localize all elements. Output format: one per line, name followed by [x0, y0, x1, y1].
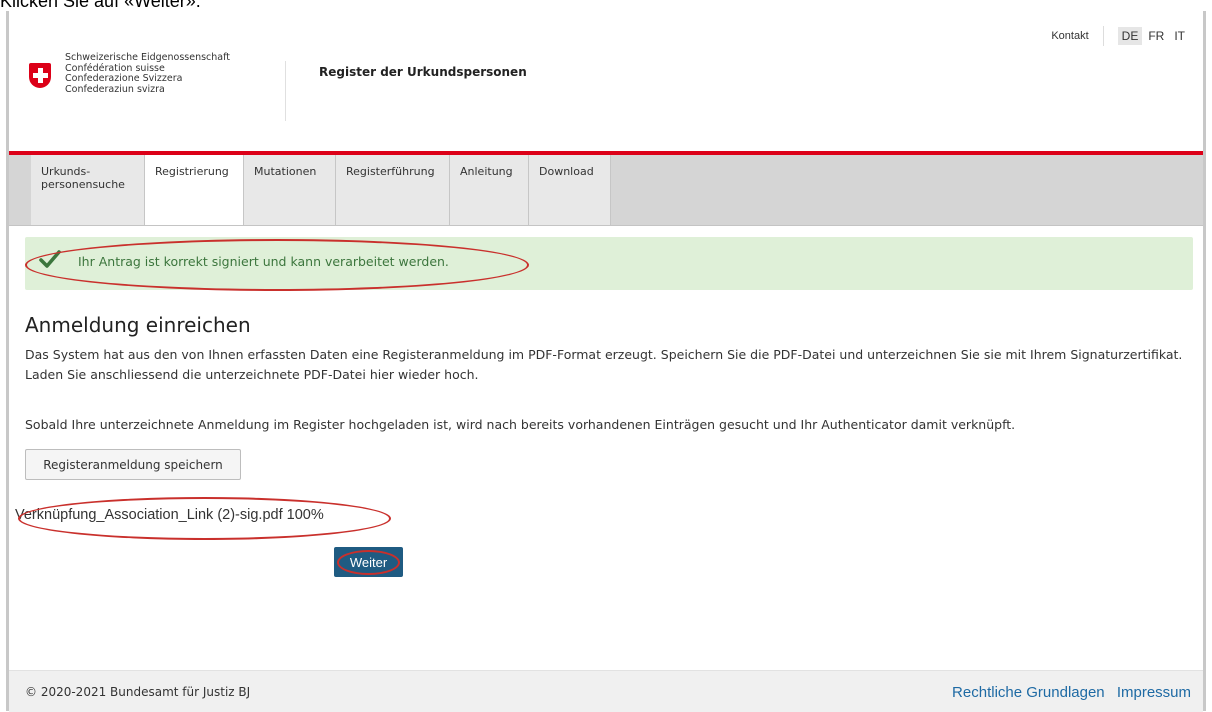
confederation-name-de: Schweizerische Eidgenossenschaft	[65, 52, 231, 63]
lang-fr[interactable]: FR	[1144, 27, 1168, 45]
nav-item-mutationen[interactable]: Mutationen	[244, 155, 336, 225]
confederation-name-rm: Confederaziun svizra	[65, 83, 165, 95]
site-title[interactable]: Register der Urkundspersonen	[319, 65, 527, 79]
confederation-name-it: Confederazione Svizzera	[65, 73, 183, 84]
page-title: Anmeldung einreichen	[25, 313, 251, 337]
uploaded-file-status: Verknüpfung_Association_Link (2)-sig.pdf…	[15, 507, 324, 523]
language-bar: Kontakt DE FR IT	[1037, 26, 1189, 46]
nav-item-urkundspersonensuche[interactable]: Urkunds- personensuche	[31, 155, 145, 225]
swiss-flag-icon	[29, 63, 51, 88]
instruction-text: Klicken Sie auf «Weiter».	[0, 0, 201, 11]
divider	[1102, 26, 1104, 46]
save-registration-button[interactable]: Registeranmeldung speichern	[25, 449, 241, 480]
footer: © 2020-2021 Bundesamt für Justiz BJ Rech…	[9, 670, 1203, 712]
divider	[285, 61, 286, 121]
footer-links: Rechtliche Grundlagen Impressum	[944, 684, 1191, 701]
legal-basis-link[interactable]: Rechtliche Grundlagen	[952, 684, 1105, 701]
alert-message: Ihr Antrag ist korrekt signiert und kann…	[78, 254, 449, 269]
description-paragraph: Sobald Ihre unterzeichnete Anmeldung im …	[25, 417, 1016, 432]
browser-page: Kontakt DE FR IT Schweizerische Eidgenos…	[6, 11, 1206, 712]
header: Kontakt DE FR IT Schweizerische Eidgenos…	[9, 11, 1203, 151]
nav-item-registerfuehrung[interactable]: Registerführung	[336, 155, 450, 225]
confederation-logo[interactable]: Schweizerische Eidgenossenschaft Confédé…	[29, 52, 231, 95]
lang-it[interactable]: IT	[1170, 27, 1189, 45]
description-paragraph: Das System hat aus den von Ihnen erfasst…	[25, 347, 1183, 382]
lang-de[interactable]: DE	[1117, 27, 1143, 45]
success-alert: Ihr Antrag ist korrekt signiert und kann…	[25, 237, 1193, 290]
copyright: © 2020-2021 Bundesamt für Justiz BJ	[25, 685, 251, 699]
main-nav: Urkunds- personensuche Registrierung Mut…	[9, 155, 1203, 226]
confederation-names: Schweizerische Eidgenossenschaft Confédé…	[65, 52, 231, 95]
impressum-link[interactable]: Impressum	[1117, 684, 1191, 701]
nav-item-download[interactable]: Download	[529, 155, 611, 225]
nav-item-anleitung[interactable]: Anleitung	[450, 155, 529, 225]
nav-item-registrierung[interactable]: Registrierung	[145, 155, 244, 225]
next-button[interactable]: Weiter	[334, 547, 403, 577]
contact-link[interactable]: Kontakt	[1037, 30, 1102, 42]
check-icon	[39, 250, 61, 268]
